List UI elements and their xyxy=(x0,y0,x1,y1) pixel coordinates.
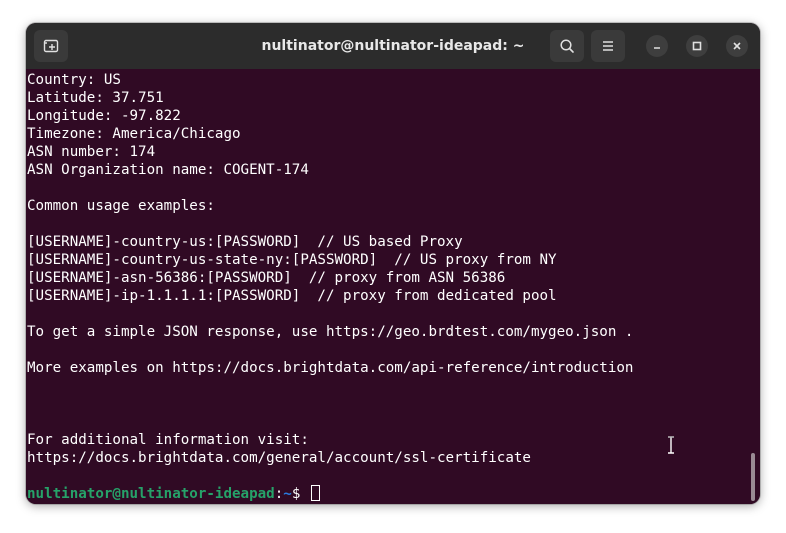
minimize-button[interactable] xyxy=(646,35,668,57)
scrollbar-thumb[interactable] xyxy=(751,453,755,501)
maximize-button[interactable] xyxy=(686,35,708,57)
terminal-line: Longitude: -97.822 xyxy=(27,108,181,124)
search-button[interactable] xyxy=(550,30,584,62)
menu-button[interactable] xyxy=(591,30,625,62)
minimize-icon xyxy=(654,47,660,49)
text-cursor xyxy=(310,485,320,501)
prompt-path: ~ xyxy=(283,486,292,502)
titlebar[interactable]: nultinator@nultinator-ideapad: ~ xyxy=(26,23,760,69)
prompt-line[interactable]: nultinator@nultinator-ideapad:~$ xyxy=(27,485,633,503)
maximize-icon xyxy=(692,41,702,51)
terminal-line: Common usage examples: xyxy=(27,198,215,214)
prompt-user-host: nultinator@nultinator-ideapad xyxy=(27,486,275,502)
terminal-line: Country: US xyxy=(27,72,121,88)
terminal-line: Latitude: 37.751 xyxy=(27,90,164,106)
terminal-line: ASN Organization name: COGENT-174 xyxy=(27,162,309,178)
terminal-line: [USERNAME]-asn-56386:[PASSWORD] // proxy… xyxy=(27,270,506,286)
terminal-window: nultinator@nultinator-ideapad: ~ Country… xyxy=(26,23,760,504)
hamburger-menu-icon xyxy=(603,41,613,51)
terminal-line: [USERNAME]-ip-1.1.1.1:[PASSWORD] // prox… xyxy=(27,288,557,304)
terminal-line: [USERNAME]-country-us:[PASSWORD] // US b… xyxy=(27,234,463,250)
terminal-line: ASN number: 174 xyxy=(27,144,156,160)
terminal-line: https://docs.brightdata.com/general/acco… xyxy=(27,450,531,466)
prompt-separator: : xyxy=(274,486,284,502)
ibeam-cursor-icon xyxy=(668,436,674,454)
terminal-line: For additional information visit: xyxy=(27,432,309,448)
terminal-lines: Country: US Latitude: 37.751 Longitude: … xyxy=(27,71,633,503)
search-icon xyxy=(560,39,574,53)
terminal-output[interactable]: Country: US Latitude: 37.751 Longitude: … xyxy=(26,69,760,504)
close-icon xyxy=(733,42,741,50)
terminal-line: [USERNAME]-country-us-state-ny:[PASSWORD… xyxy=(27,252,557,268)
terminal-line: More examples on https://docs.brightdata… xyxy=(27,360,634,376)
terminal-line: To get a simple JSON response, use https… xyxy=(27,324,634,340)
terminal-line: Timezone: America/Chicago xyxy=(27,126,241,142)
new-tab-button[interactable] xyxy=(34,30,68,62)
prompt-symbol: $ xyxy=(291,486,309,502)
close-button[interactable] xyxy=(726,35,748,57)
new-tab-icon xyxy=(43,39,59,53)
